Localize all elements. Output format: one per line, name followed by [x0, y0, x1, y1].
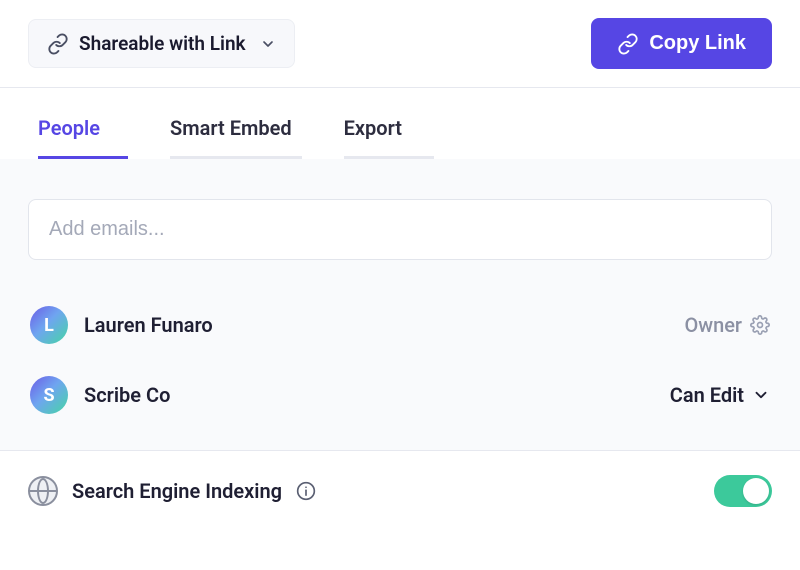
divider: [0, 87, 800, 88]
tab-export[interactable]: Export: [344, 116, 434, 159]
chevron-down-icon: [260, 36, 276, 52]
role-label: Owner: [684, 313, 742, 337]
seo-row: Search Engine Indexing: [0, 450, 800, 531]
person-row: S Scribe Co Can Edit: [28, 360, 772, 430]
person-name: Lauren Funaro: [84, 313, 213, 337]
tab-smart-embed[interactable]: Smart Embed: [170, 116, 302, 159]
avatar: L: [30, 306, 68, 344]
person-left: L Lauren Funaro: [30, 306, 213, 344]
people-list: L Lauren Funaro Owner S Scribe Co Can Ed…: [28, 290, 772, 430]
share-header: Shareable with Link Copy Link: [0, 0, 800, 87]
share-mode-dropdown[interactable]: Shareable with Link: [28, 19, 295, 68]
link-icon: [617, 33, 639, 55]
person-name: Scribe Co: [84, 383, 170, 407]
copy-link-label: Copy Link: [649, 32, 746, 55]
person-row: L Lauren Funaro Owner: [28, 290, 772, 360]
link-icon: [47, 33, 69, 55]
role-label: Can Edit: [670, 383, 744, 407]
tab-people[interactable]: People: [38, 116, 128, 159]
globe-icon: [28, 476, 58, 506]
person-left: S Scribe Co: [30, 376, 170, 414]
copy-link-button[interactable]: Copy Link: [591, 18, 772, 69]
gear-icon[interactable]: [750, 315, 770, 335]
people-panel: L Lauren Funaro Owner S Scribe Co Can Ed…: [0, 159, 800, 531]
info-icon[interactable]: [296, 481, 316, 501]
role-dropdown[interactable]: Can Edit: [670, 383, 770, 407]
seo-left: Search Engine Indexing: [28, 476, 316, 506]
toggle-knob: [743, 478, 769, 504]
role-owner: Owner: [684, 313, 770, 337]
tabs: People Smart Embed Export: [0, 116, 800, 159]
seo-toggle[interactable]: [714, 475, 772, 507]
avatar: S: [30, 376, 68, 414]
chevron-down-icon: [752, 386, 770, 404]
add-emails-input[interactable]: [28, 199, 772, 260]
seo-label: Search Engine Indexing: [72, 479, 282, 503]
share-mode-label: Shareable with Link: [79, 32, 246, 55]
